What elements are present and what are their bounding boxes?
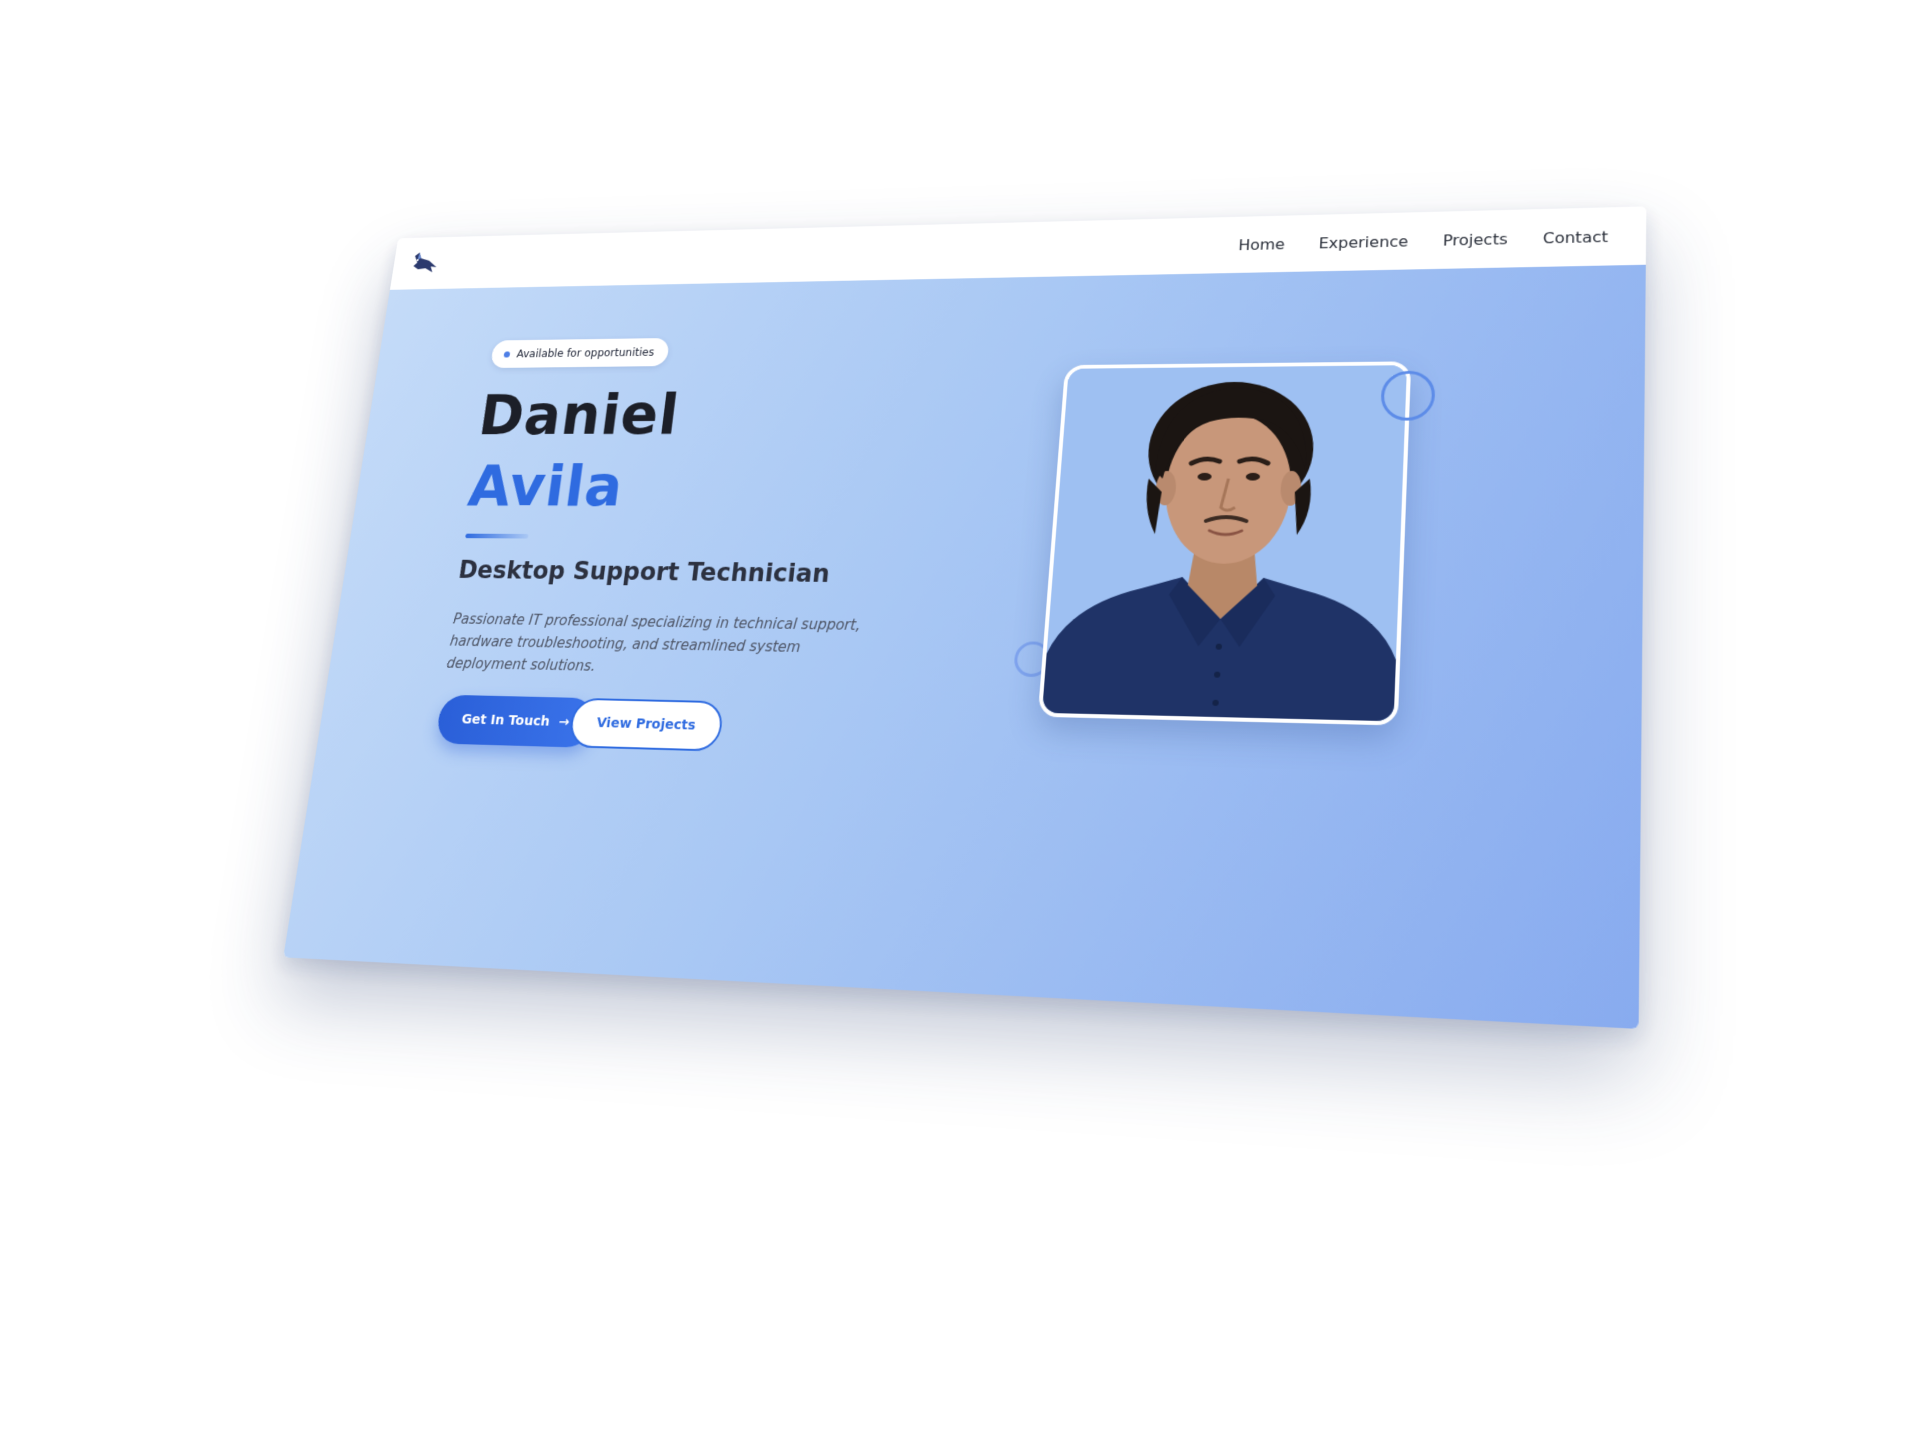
profile-photo xyxy=(1037,361,1412,726)
hero-section: Available for opportunities Daniel Avila… xyxy=(283,264,1646,1029)
fox-logo-icon[interactable] xyxy=(409,250,443,276)
presentation-stage: Home Experience Projects Contact Availab… xyxy=(0,0,1920,1440)
arrow-right-icon: → xyxy=(557,714,571,730)
nav-projects[interactable]: Projects xyxy=(1443,230,1508,249)
nav-links: Home Experience Projects Contact xyxy=(1238,227,1608,253)
website-preview: Home Experience Projects Contact Availab… xyxy=(283,206,1647,1029)
nav-home[interactable]: Home xyxy=(1238,235,1285,253)
first-name-heading: Daniel xyxy=(474,381,683,448)
view-projects-label: View Projects xyxy=(595,715,697,734)
availability-badge: Available for opportunities xyxy=(490,337,671,369)
last-name-heading: Avila xyxy=(464,453,628,520)
hero-description: Passionate IT professional specializing … xyxy=(445,610,862,675)
badge-text: Available for opportunities xyxy=(515,346,655,360)
view-projects-button[interactable]: View Projects xyxy=(567,697,725,752)
profile-photo-illustration xyxy=(1042,365,1408,722)
name-underline-accent xyxy=(465,533,529,539)
get-in-touch-label: Get In Touch xyxy=(460,712,551,730)
decorative-ring-large xyxy=(1380,370,1436,421)
nav-experience[interactable]: Experience xyxy=(1318,232,1408,251)
job-title: Desktop Support Technician xyxy=(456,557,832,589)
nav-contact[interactable]: Contact xyxy=(1543,227,1608,246)
status-dot-icon xyxy=(503,350,511,358)
